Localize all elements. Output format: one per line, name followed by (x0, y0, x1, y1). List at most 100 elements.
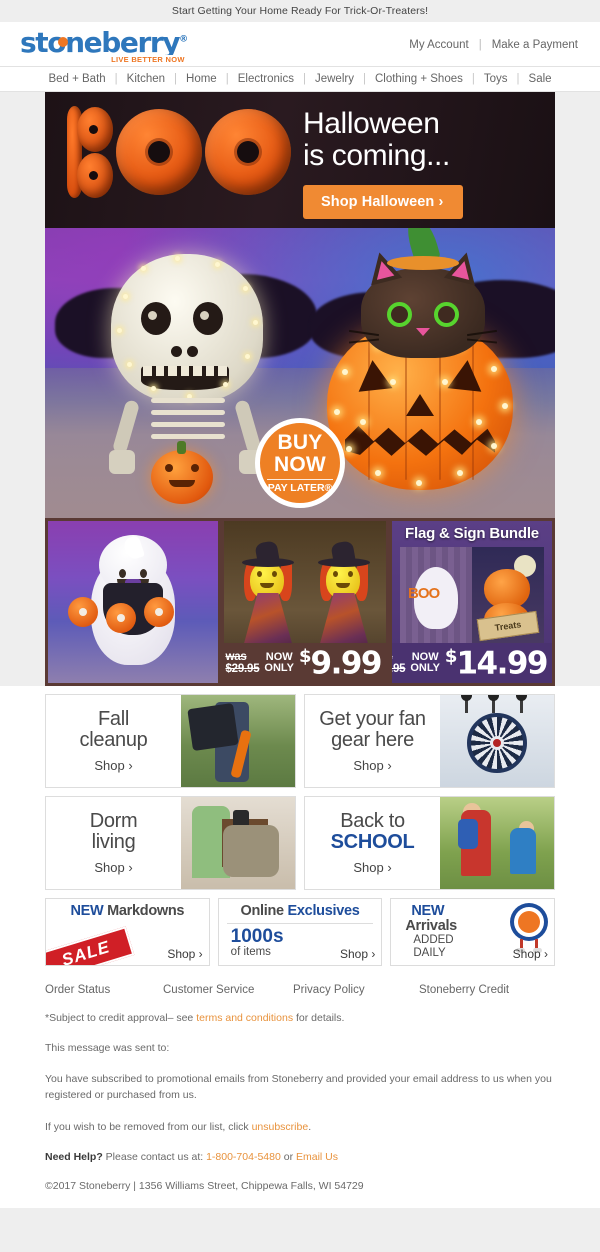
divider (226, 923, 374, 925)
tile-title-line1: Get your fan (319, 707, 426, 730)
promo-headline: NEW Markdowns (52, 903, 203, 919)
promo-headline-main: Arrivals (405, 918, 457, 935)
tile-title: Get your fan gear here (319, 707, 426, 751)
sale-price-witch-stakes: $9.99 (298, 644, 383, 681)
back-to-school-image (440, 797, 554, 889)
support-phone-link[interactable]: 1-800-704-5480 (206, 1151, 281, 1163)
buy-now-pay-later-badge: BUY NOW PAY LATER® (255, 418, 345, 508)
category-tile-row-1: Fall cleanup Shop › Get your fan gear he… (45, 694, 555, 788)
nav-item-electronics[interactable]: Electronics (229, 73, 303, 85)
was-price-flag-bundle: was $39.95 (389, 651, 406, 675)
tile-title-line2: gear here (331, 729, 414, 751)
product-tile-inflatable-ghost[interactable] (45, 518, 221, 686)
promo-shop-link[interactable]: Shop › (340, 947, 375, 961)
hero-headline-line2: is coming... (303, 138, 450, 172)
promo-shop-link[interactable]: Shop › (513, 947, 548, 961)
price-value: 14.99 (456, 644, 548, 681)
category-tile-fan-gear[interactable]: Get your fan gear here Shop › (304, 694, 555, 788)
price-bar-witch-stakes: was $29.95 NOW ONLY $9.99 (224, 643, 386, 683)
nav-item-clothing-shoes[interactable]: Clothing + Shoes (366, 73, 472, 85)
email-header: stoneberry® LIVE BETTER NOW My Account |… (0, 22, 600, 66)
halloween-hero-banner[interactable]: Halloween is coming... Shop Halloween › (45, 92, 555, 228)
promo-headline-main: Online (240, 903, 284, 919)
nav-item-bed-bath[interactable]: Bed + Bath (39, 73, 114, 85)
preheader-text: Start Getting Your Home Ready For Trick-… (0, 0, 600, 22)
unsubscribe-note: If you wish to be removed from our list,… (45, 1119, 555, 1149)
unsubscribe-prefix: If you wish to be removed from our list,… (45, 1121, 252, 1134)
category-tiles: Fall cleanup Shop › Get your fan gear he… (0, 686, 600, 890)
promo-tile-online-exclusives[interactable]: Online Exclusives 1000s of items Shop › (217, 898, 383, 966)
category-tile-back-to-school[interactable]: Back to SCHOOL Shop › (304, 796, 555, 890)
ghost-image (48, 521, 218, 683)
need-help-prefix: Please contact us at: (102, 1151, 207, 1164)
tile-shop-link[interactable]: Shop › (353, 860, 391, 875)
nav-item-sale[interactable]: Sale (520, 73, 561, 85)
stoneberry-logo[interactable]: stoneberry® LIVE BETTER NOW (20, 29, 188, 64)
need-help-note: Need Help? Please contact us at: 1-800-7… (45, 1149, 555, 1179)
tile-shop-link[interactable]: Shop › (94, 860, 132, 875)
promo-headline-main: Markdowns (107, 903, 185, 919)
dartboard-image (440, 695, 554, 787)
price-value: 9.99 (310, 644, 383, 681)
tile-title: Back to SCHOOL (330, 810, 415, 853)
halloween-decorations-image[interactable]: BUY NOW PAY LATER® (45, 228, 555, 518)
nav-item-toys[interactable]: Toys (475, 73, 517, 85)
nav-item-kitchen[interactable]: Kitchen (118, 73, 174, 85)
tile-shop-link[interactable]: Shop › (353, 758, 391, 773)
logo-orange-dot-icon (58, 37, 68, 47)
logo-wordmark: stoneberry® (20, 29, 188, 57)
promo-headline: Online Exclusives (225, 903, 376, 919)
terms-and-conditions-link[interactable]: terms and conditions (196, 1012, 293, 1024)
header-separator: | (478, 39, 482, 51)
tile-shop-link[interactable]: Shop › (94, 758, 132, 773)
main-navigation: Bed + Bath | Kitchen | Home | Electronic… (0, 66, 600, 92)
hero-stage: Halloween is coming... Shop Halloween › (0, 92, 600, 686)
only-label: ONLY (410, 662, 440, 674)
promo-headline-accent: NEW (70, 903, 104, 919)
badge-line-now: NOW (274, 453, 326, 477)
footer-link-privacy-policy[interactable]: Privacy Policy (293, 984, 419, 996)
my-account-link[interactable]: My Account (409, 39, 468, 51)
footer-link-stoneberry-credit[interactable]: Stoneberry Credit (419, 984, 509, 996)
now-label: NOW (265, 650, 293, 663)
currency-symbol: $ (298, 645, 311, 667)
promo-tile-new-markdowns[interactable]: NEW Markdowns SALE Shop › (45, 898, 210, 966)
price-bar-flag-bundle: was $39.95 NOW ONLY $14.99 (392, 643, 552, 683)
dorm-room-image (181, 797, 295, 889)
tile-title-line2: SCHOOL (330, 831, 415, 853)
email-body: Start Getting Your Home Ready For Trick-… (0, 0, 600, 1208)
now-only-label-flag-bundle: NOW ONLY (410, 651, 440, 674)
badge-line-pay-later: PAY LATER® (267, 479, 333, 494)
lighted-skeleton-decoration-icon (103, 254, 271, 504)
header-links: My Account | Make a Payment (409, 39, 578, 51)
shop-halloween-button[interactable]: Shop Halloween › (303, 185, 464, 219)
unsubscribe-suffix: . (308, 1121, 312, 1134)
tile-text: Back to SCHOOL Shop › (305, 797, 440, 889)
tile-title-line2: living (91, 831, 136, 853)
target-mascot-icon (510, 903, 549, 953)
product-tile-flag-sign-bundle[interactable]: Flag & Sign Bundle BOO Treats was $39.95 (389, 518, 555, 686)
nav-item-home[interactable]: Home (177, 73, 226, 85)
need-help-label: Need Help? (45, 1151, 103, 1164)
category-tile-dorm-living[interactable]: Dorm living Shop › (45, 796, 296, 890)
help-or: or (280, 1151, 296, 1164)
nav-item-jewelry[interactable]: Jewelry (306, 73, 363, 85)
item-count: 1000s (230, 926, 284, 948)
footer-link-customer-service[interactable]: Customer Service (163, 984, 293, 996)
sent-to-note: This message was sent to: (45, 1042, 170, 1055)
make-a-payment-link[interactable]: Make a Payment (492, 39, 578, 51)
flag-boo-text: BOO (408, 585, 440, 602)
badge-line-buy: BUY (277, 431, 323, 455)
hero-banner-text: Halloween is coming... Shop Halloween › (303, 108, 533, 219)
product-tile-witch-stakes[interactable]: was $29.95 NOW ONLY $9.99 (221, 518, 389, 686)
tile-title: Dorm living (90, 810, 138, 853)
credit-note-prefix: *Subject to credit approval– see (45, 1012, 197, 1024)
promo-tile-new-arrivals[interactable]: NEW Arrivals ADDED DAILY Shop › (390, 898, 556, 966)
category-tile-fall-cleanup[interactable]: Fall cleanup Shop › (45, 694, 296, 788)
promo-shop-link[interactable]: Shop › (167, 947, 202, 961)
email-us-link[interactable]: Email Us (296, 1151, 338, 1163)
product-trio: was $29.95 NOW ONLY $9.99 Flag & Sign Bu… (45, 518, 555, 686)
was-price-witch-stakes: was $29.95 (225, 651, 260, 675)
unsubscribe-link[interactable]: unsubscribe (252, 1121, 309, 1133)
footer-link-order-status[interactable]: Order Status (45, 984, 163, 996)
